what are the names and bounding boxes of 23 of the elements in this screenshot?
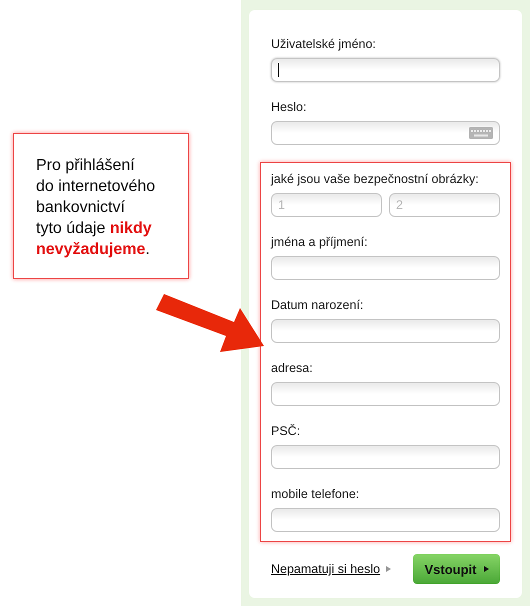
triangle-icon bbox=[484, 566, 488, 572]
input-field[interactable] bbox=[271, 256, 500, 280]
field-label: adresa: bbox=[271, 360, 314, 376]
triangle-icon bbox=[386, 566, 392, 572]
input-field[interactable]: 2 bbox=[389, 193, 500, 217]
input-field[interactable]: 1 bbox=[271, 193, 382, 217]
field-label: Heslo: bbox=[271, 99, 308, 115]
callout-text: Pro přihlášení do internetového bankovnictví tyto údaje nikdy nevyžadujeme. bbox=[36, 156, 156, 260]
field-label: Uživatelské jméno: bbox=[271, 36, 377, 52]
field-label: Datum narození: bbox=[271, 297, 364, 313]
field-label: jména a příjmení: bbox=[271, 234, 369, 250]
field-label: PSČ: bbox=[271, 423, 302, 439]
forgot-password-link[interactable]: Nepamatuji si heslo bbox=[271, 562, 380, 576]
field-label: mobile telefone: bbox=[271, 486, 360, 502]
password-field[interactable] bbox=[271, 121, 500, 145]
login-button[interactable]: Vstoupit bbox=[413, 554, 500, 584]
input-field[interactable] bbox=[271, 382, 500, 406]
input-field[interactable] bbox=[271, 508, 500, 532]
input-field[interactable] bbox=[271, 445, 500, 469]
input-field[interactable] bbox=[271, 319, 500, 343]
input-field[interactable] bbox=[271, 58, 500, 82]
keyboard-icon[interactable] bbox=[469, 127, 493, 139]
field-label: jaké jsou vaše bezpečnostní obrázky: bbox=[271, 171, 480, 187]
